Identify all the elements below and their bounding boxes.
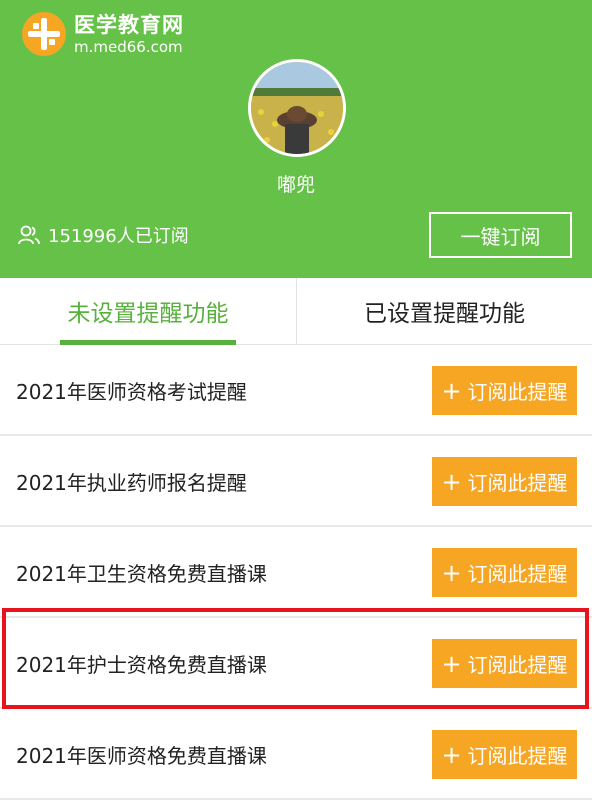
user-group-icon	[18, 225, 40, 245]
reminder-title: 2021年护士资格免费直播课	[16, 653, 267, 677]
list-item: 2021年卫生资格免费直播课 + 订阅此提醒	[0, 527, 592, 618]
site-name: 医学教育网	[74, 13, 184, 37]
list-item: 2021年医师资格考试提醒 + 订阅此提醒	[0, 345, 592, 436]
reminder-tabs: 未设置提醒功能 已设置提醒功能	[0, 278, 592, 345]
med66-logo-icon[interactable]	[22, 12, 66, 56]
subscribe-all-button[interactable]: 一键订阅	[429, 212, 572, 258]
subscribe-reminder-label: 订阅此提醒	[467, 471, 568, 495]
plus-icon: +	[441, 649, 462, 678]
subscribe-reminder-button[interactable]: + 订阅此提醒	[432, 639, 577, 688]
reminder-title: 2021年医师资格考试提醒	[16, 380, 247, 404]
profile-header: 医学教育网 m.med66.com 嘟兜 151996人已订阅 一键订阅	[0, 0, 592, 278]
subscriber-count: 151996人已订阅	[18, 222, 189, 248]
subscribe-reminder-button[interactable]: + 订阅此提醒	[432, 548, 577, 597]
plus-icon: +	[441, 467, 462, 496]
reminder-title: 2021年执业药师报名提醒	[16, 471, 247, 495]
tab-set-reminders[interactable]: 已设置提醒功能	[297, 278, 592, 344]
plus-icon: +	[441, 740, 462, 769]
username: 嘟兜	[276, 174, 315, 196]
site-url: m.med66.com	[74, 38, 183, 56]
subscribe-reminder-label: 订阅此提醒	[467, 653, 568, 677]
reminder-title: 2021年医师资格免费直播课	[16, 744, 267, 768]
subscribe-reminder-button[interactable]: + 订阅此提醒	[432, 366, 577, 415]
subscriber-count-text: 151996人已订阅	[48, 226, 189, 247]
plus-icon: +	[441, 376, 462, 405]
subscribe-reminder-label: 订阅此提醒	[467, 380, 568, 404]
subscribe-reminder-button[interactable]: + 订阅此提醒	[432, 457, 577, 506]
list-item: 2021年护士资格免费直播课 + 订阅此提醒	[0, 618, 592, 709]
list-item: 2021年执业药师报名提醒 + 订阅此提醒	[0, 436, 592, 527]
list-item: 2021年医师资格免费直播课 + 订阅此提醒	[0, 709, 592, 800]
plus-icon: +	[441, 558, 462, 587]
reminder-title: 2021年卫生资格免费直播课	[16, 562, 267, 586]
tab-unset-reminders[interactable]: 未设置提醒功能	[0, 278, 296, 344]
avatar[interactable]	[248, 59, 346, 157]
site-branding[interactable]: 医学教育网 m.med66.com	[74, 12, 184, 56]
subscribe-reminder-label: 订阅此提醒	[467, 744, 568, 768]
subscribe-reminder-button[interactable]: + 订阅此提醒	[432, 730, 577, 779]
subscribe-reminder-label: 订阅此提醒	[467, 562, 568, 586]
